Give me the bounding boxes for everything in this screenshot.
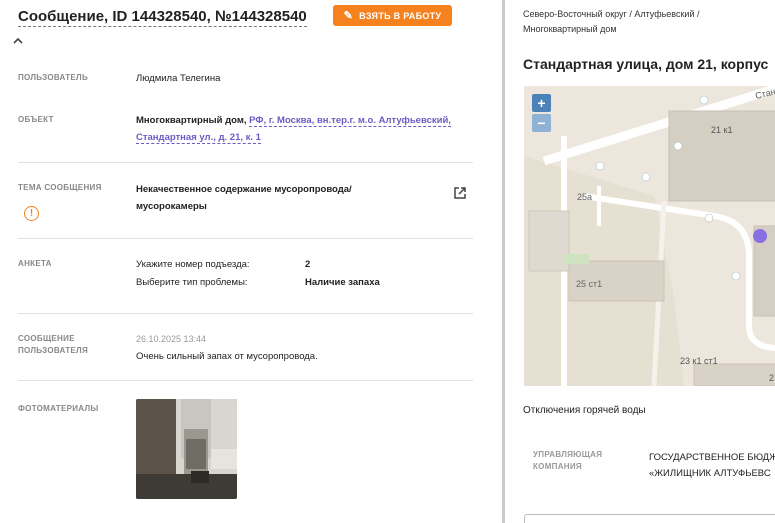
message-label-line-1: СООБЩЕНИЕ <box>18 334 75 343</box>
mc-value-line-2: «ЖИЛИЩНИК АЛТУФЬЕВС <box>649 468 771 479</box>
map-label-building: 25 ст1 <box>576 279 603 289</box>
object-label: ОБЪЕКТ <box>18 115 54 124</box>
topic-value: Некачественное содержание мусоропровода/… <box>136 181 352 215</box>
map[interactable]: + − 21 к1 25а 25 ст1 23 к1 ст1 Станд 2 <box>524 86 775 386</box>
message-details-panel: Сообщение, ID 144328540, №144328540 ✎ ВЗ… <box>0 0 502 523</box>
map-canvas <box>524 86 775 386</box>
photos-row: ФОТОМАТЕРИАЛЫ <box>18 403 473 418</box>
user-message-row: СООБЩЕНИЕ ПОЛЬЗОВАТЕЛЯ 26.10.2025 13:44 … <box>18 333 473 369</box>
object-address-link-1[interactable]: РФ, г. Москва, вн.тер.г. м.о. Алтуфьевск… <box>249 115 451 127</box>
object-value: Многоквартирный дом, РФ, г. Москва, вн.т… <box>136 112 471 146</box>
address-title: Стандартная улица, дом 21, корпус <box>523 56 769 72</box>
take-to-work-button[interactable]: ✎ ВЗЯТЬ В РАБОТУ <box>333 5 452 26</box>
management-company-label: УПРАВЛЯЮЩАЯ КОМПАНИЯ <box>533 449 602 473</box>
object-address-link-2[interactable]: Стандартная ул., д. 21, к. 1 <box>136 132 261 144</box>
breadcrumb-line-2: Многоквартирный дом <box>523 24 617 34</box>
zoom-in-button[interactable]: + <box>532 94 551 112</box>
zoom-out-button[interactable]: − <box>532 114 551 132</box>
message-page: Сообщение, ID 144328540, №144328540 ✎ ВЗ… <box>0 0 775 523</box>
user-value: Людмила Телегина <box>136 73 221 84</box>
bottom-field[interactable] <box>524 514 775 523</box>
survey-question-2: Выберите тип проблемы: <box>136 277 248 288</box>
topic-label: ТЕМА СООБЩЕНИЯ <box>18 183 102 192</box>
topic-line-2: мусорокамеры <box>136 201 207 212</box>
mc-value-line-1: ГОСУДАРСТВЕННОЕ БЮДЖ <box>649 452 775 463</box>
mc-label-line-2: КОМПАНИЯ <box>533 462 582 471</box>
topic-row: ТЕМА СООБЩЕНИЯ ! Некачественное содержан… <box>18 182 473 227</box>
object-type: Многоквартирный дом, <box>136 115 247 126</box>
survey-answer-1: 2 <box>305 259 311 270</box>
open-external-icon[interactable] <box>452 185 468 201</box>
object-info-panel: Северо-Восточный округ / Алтуфьевский / … <box>505 0 775 523</box>
pencil-icon: ✎ <box>343 10 354 22</box>
message-value: 26.10.2025 13:44 Очень сильный запах от … <box>136 331 318 365</box>
breadcrumb: Северо-Восточный округ / Алтуфьевский / … <box>523 7 699 37</box>
take-to-work-label: ВЗЯТЬ В РАБОТУ <box>359 10 442 21</box>
photos-label: ФОТОМАТЕРИАЛЫ <box>18 404 99 413</box>
divider <box>18 162 473 163</box>
object-row: ОБЪЕКТ Многоквартирный дом, РФ, г. Москв… <box>18 114 473 154</box>
divider <box>18 380 473 381</box>
message-label: СООБЩЕНИЕ ПОЛЬЗОВАТЕЛЯ <box>18 333 88 357</box>
topic-line-1: Некачественное содержание мусоропровода/ <box>136 184 352 195</box>
user-row: ПОЛЬЗОВАТЕЛЬ Людмила Телегина <box>18 72 473 92</box>
map-label-building: 21 к1 <box>711 125 733 135</box>
survey-question-1: Укажите номер подъезда: <box>136 259 250 270</box>
message-text: Очень сильный запах от мусоропровода. <box>136 351 318 362</box>
page-title: Сообщение, ID 144328540, №144328540 <box>18 8 307 27</box>
message-date: 26.10.2025 13:44 <box>136 334 207 344</box>
user-label: ПОЛЬЗОВАТЕЛЬ <box>18 73 89 82</box>
map-label-building: 23 к1 ст1 <box>680 356 718 366</box>
divider <box>18 238 473 239</box>
mc-label-line-1: УПРАВЛЯЮЩАЯ <box>533 450 603 459</box>
photo-thumbnail[interactable] <box>136 399 237 499</box>
hot-water-outages-title: Отключения горячей воды <box>523 405 646 416</box>
map-label-building: 25а <box>577 192 593 202</box>
breadcrumb-line-1: Северо-Восточный округ / Алтуфьевский / <box>523 9 700 19</box>
survey-label: АНКЕТА <box>18 259 52 268</box>
divider <box>18 313 473 314</box>
warning-icon: ! <box>24 206 39 221</box>
map-label-building: 2 <box>769 373 775 383</box>
survey-answer-2: Наличие запаха <box>305 277 380 288</box>
message-label-line-2: ПОЛЬЗОВАТЕЛЯ <box>18 346 89 355</box>
survey-row: АНКЕТА Укажите номер подъезда: 2 Выберит… <box>18 258 473 298</box>
chevron-up-icon[interactable] <box>11 34 25 48</box>
management-company-value: ГОСУДАРСТВЕННОЕ БЮДЖ «ЖИЛИЩНИК АЛТУФЬЕВС <box>649 450 775 482</box>
